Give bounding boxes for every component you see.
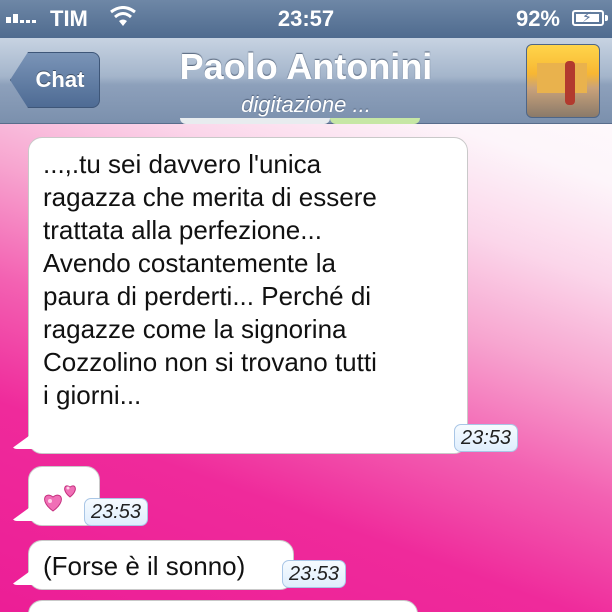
status-bar: TIM 23:57 92% ⚡: [0, 0, 612, 38]
message-timestamp: 23:53: [282, 560, 347, 588]
contact-name[interactable]: Paolo Antonini: [0, 46, 612, 88]
message-timestamp: 23:53: [454, 424, 519, 452]
two-hearts-icon: [44, 485, 76, 512]
battery-percent: 92%: [515, 6, 560, 31]
previous-message-edge: [180, 118, 330, 124]
message-text: (Forse è il sonno): [43, 551, 246, 581]
message-bubble[interactable]: (Forse è il sonno): [28, 540, 294, 590]
typing-status: digitazione ...: [241, 92, 371, 117]
message-bubble-partial[interactable]: [28, 600, 418, 612]
previous-message-edge: [330, 118, 420, 124]
battery-charging-icon: ⚡: [572, 9, 608, 26]
message-bubble[interactable]: ...,.tu sei davvero l'unica ragazza che …: [28, 137, 468, 454]
conversation-header: Chat Paolo Antonini digitazione ...: [0, 38, 612, 124]
message-text: ...,.tu sei davvero l'unica ragazza che …: [43, 149, 377, 410]
message-timestamp: 23:53: [84, 498, 149, 526]
contact-avatar[interactable]: [526, 44, 600, 118]
